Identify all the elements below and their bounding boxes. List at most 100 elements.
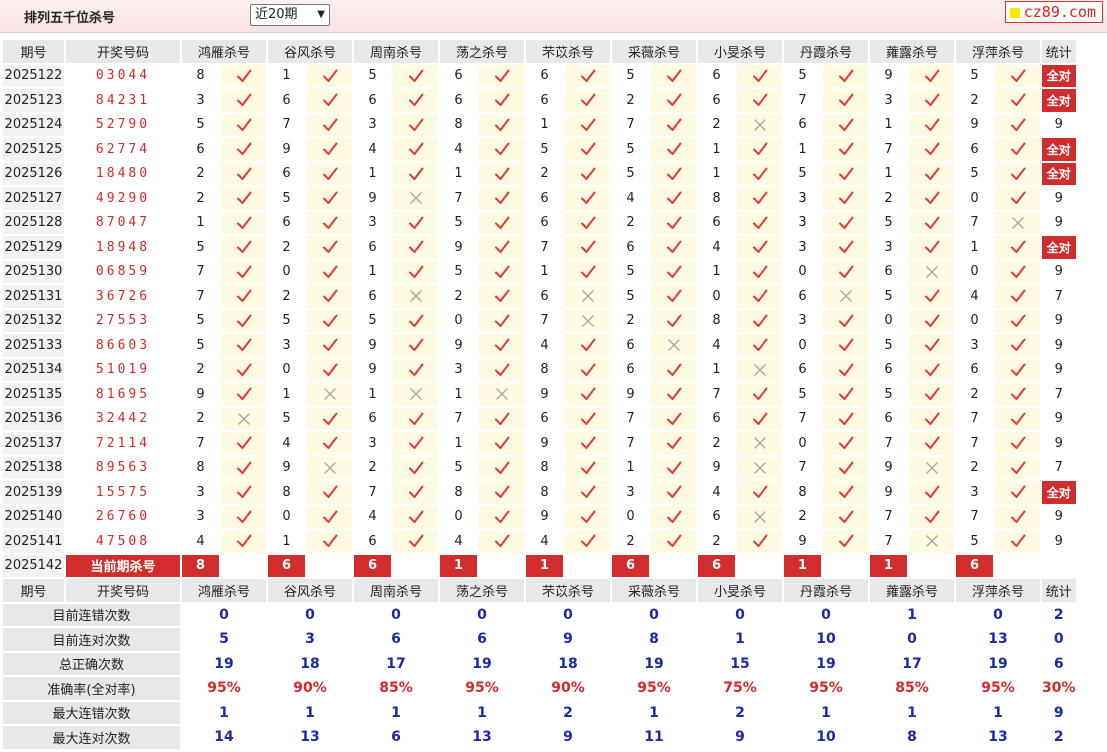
draw-number-cell: 49290 bbox=[66, 187, 180, 210]
check-icon bbox=[393, 138, 438, 161]
kill-value-cell: 5 bbox=[956, 530, 993, 553]
kill-value-cell: 5 bbox=[870, 285, 907, 308]
check-icon bbox=[651, 113, 696, 136]
check-icon bbox=[737, 211, 782, 234]
check-icon bbox=[479, 358, 524, 381]
kill-value-cell: 1 bbox=[354, 383, 391, 406]
kill-value-cell: 5 bbox=[784, 162, 821, 185]
column-header: 谷风杀号 bbox=[268, 40, 352, 63]
check-icon bbox=[909, 309, 954, 332]
kill-value-cell: 0 bbox=[268, 358, 305, 381]
current-kill-value: 1 bbox=[526, 554, 563, 577]
kill-value-cell: 0 bbox=[268, 260, 305, 283]
check-icon bbox=[479, 236, 524, 259]
kill-value-cell: 5 bbox=[612, 285, 649, 308]
kill-value-cell: 8 bbox=[698, 187, 735, 210]
check-icon bbox=[651, 138, 696, 161]
page-title: 排列五千位杀号 bbox=[24, 11, 116, 26]
check-icon bbox=[565, 432, 610, 455]
kill-value-cell: 7 bbox=[956, 432, 993, 455]
check-icon bbox=[479, 334, 524, 357]
stat-row: 最大连错次数 1 1 1 1 2 1 2 1 1 1 9 bbox=[3, 701, 1076, 724]
stat-value: 19 bbox=[612, 652, 696, 675]
check-icon bbox=[307, 260, 352, 283]
check-icon bbox=[737, 138, 782, 161]
check-icon bbox=[479, 162, 524, 185]
kill-value-cell: 0 bbox=[870, 309, 907, 332]
check-icon bbox=[393, 211, 438, 234]
check-icon bbox=[995, 309, 1040, 332]
kill-value-cell: 2 bbox=[698, 530, 735, 553]
current-kill-value: 6 bbox=[612, 554, 649, 577]
kill-value-cell: 3 bbox=[354, 211, 391, 234]
stat-value: 18 bbox=[268, 652, 352, 675]
check-icon bbox=[307, 236, 352, 259]
check-icon bbox=[393, 64, 438, 87]
kill-value-cell: 9 bbox=[440, 236, 477, 259]
stat-value: 85% bbox=[354, 677, 438, 700]
period-cell: 2025133 bbox=[3, 334, 64, 357]
kill-value-cell: 7 bbox=[870, 505, 907, 528]
check-icon bbox=[565, 89, 610, 112]
draw-number-cell: 84231 bbox=[66, 89, 180, 112]
column-header: 采薇杀号 bbox=[612, 40, 696, 63]
draw-number-cell: 81695 bbox=[66, 383, 180, 406]
stat-value: 13 bbox=[956, 726, 1040, 749]
check-icon bbox=[393, 236, 438, 259]
check-icon bbox=[823, 481, 868, 504]
kill-value-cell: 2 bbox=[182, 162, 219, 185]
check-icon bbox=[393, 456, 438, 479]
check-icon bbox=[221, 358, 266, 381]
kill-value-cell: 7 bbox=[526, 309, 563, 332]
kill-value-cell: 4 bbox=[526, 334, 563, 357]
kill-value-cell: 5 bbox=[612, 138, 649, 161]
check-icon bbox=[995, 260, 1040, 283]
kill-value-cell: 6 bbox=[698, 407, 735, 430]
stat-value: 18 bbox=[526, 652, 610, 675]
table-row: 2025126 18480 2 6 1 1 2 5 1 5 1 5 全对 bbox=[3, 162, 1076, 185]
check-icon bbox=[651, 187, 696, 210]
check-icon bbox=[995, 113, 1040, 136]
kill-value-cell: 2 bbox=[526, 162, 563, 185]
column-header: 芣苡杀号 bbox=[526, 40, 610, 63]
draw-number-cell: 72114 bbox=[66, 432, 180, 455]
kill-value-cell: 6 bbox=[354, 530, 391, 553]
kill-value-cell: 5 bbox=[268, 187, 305, 210]
check-icon bbox=[909, 138, 954, 161]
check-icon bbox=[909, 64, 954, 87]
column-header: 周南杀号 bbox=[354, 40, 438, 63]
kill-value-cell: 2 bbox=[870, 187, 907, 210]
stat-value: 17 bbox=[354, 652, 438, 675]
kill-value-cell: 2 bbox=[182, 407, 219, 430]
kill-value-cell: 6 bbox=[526, 64, 563, 87]
kill-value-cell: 2 bbox=[956, 89, 993, 112]
check-icon bbox=[995, 407, 1040, 430]
stat-value: 2 bbox=[1042, 603, 1076, 626]
check-icon bbox=[393, 530, 438, 553]
kill-value-cell: 5 bbox=[870, 383, 907, 406]
stat-value: 14 bbox=[182, 726, 266, 749]
kill-value-cell: 4 bbox=[526, 530, 563, 553]
cross-icon bbox=[737, 505, 782, 528]
empty-cell bbox=[1042, 554, 1076, 577]
stat-cell: 9 bbox=[1042, 358, 1076, 381]
kill-value-cell: 0 bbox=[784, 334, 821, 357]
draw-number-cell: 52790 bbox=[66, 113, 180, 136]
check-icon bbox=[995, 187, 1040, 210]
empty-cell bbox=[737, 554, 782, 577]
stat-value: 19 bbox=[784, 652, 868, 675]
check-icon bbox=[565, 383, 610, 406]
stat-value: 90% bbox=[526, 677, 610, 700]
period-select[interactable]: 近20期 ▼ bbox=[250, 4, 330, 26]
table-row: 2025130 06859 7 0 1 5 1 5 1 0 6 0 9 bbox=[3, 260, 1076, 283]
kill-value-cell: 9 bbox=[354, 187, 391, 210]
check-icon bbox=[995, 64, 1040, 87]
kill-value-cell: 1 bbox=[268, 383, 305, 406]
kill-value-cell: 1 bbox=[354, 162, 391, 185]
site-logo[interactable]: cz89.com bbox=[1004, 1, 1103, 23]
column-header: 谷风杀号 bbox=[268, 579, 352, 602]
kill-value-cell: 7 bbox=[354, 481, 391, 504]
period-cell: 2025135 bbox=[3, 383, 64, 406]
check-icon bbox=[479, 260, 524, 283]
kill-value-cell: 6 bbox=[784, 113, 821, 136]
